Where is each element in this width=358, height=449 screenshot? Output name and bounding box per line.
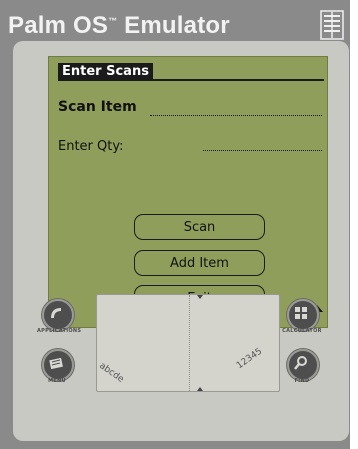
scan-item-label: Scan Item xyxy=(58,99,137,115)
applications-icon xyxy=(42,299,74,331)
applications-label: APPLICATIONS xyxy=(37,328,82,334)
scan-button[interactable]: Scan xyxy=(134,214,265,240)
add-item-button[interactable]: Add Item xyxy=(134,250,265,276)
striped-grip-icon[interactable] xyxy=(320,10,344,40)
graffiti-divider xyxy=(189,295,190,391)
find-label: FIND xyxy=(294,378,310,384)
menu-label: MENU xyxy=(48,378,66,384)
graffiti-bottom-marker xyxy=(197,387,203,391)
scan-item-field[interactable] xyxy=(150,115,322,116)
calculator-button[interactable]: CALCULATOR xyxy=(282,296,322,342)
form-title: Enter Scans xyxy=(58,63,153,80)
find-icon xyxy=(287,349,319,381)
graffiti-top-marker xyxy=(197,295,203,299)
applications-button[interactable]: APPLICATIONS xyxy=(37,296,82,342)
emulator-window: Palm OS™ Emulator Enter Scans Scan Item … xyxy=(0,0,350,449)
graffiti-numbers-hint: 12345 xyxy=(235,346,265,372)
menu-button[interactable]: MENU xyxy=(37,346,77,392)
menu-icon xyxy=(42,349,74,381)
form-title-rule xyxy=(58,79,324,81)
graffiti-area[interactable]: abcde 12345 xyxy=(96,294,280,392)
window-title: Palm OS™ Emulator xyxy=(8,12,230,40)
find-button[interactable]: FIND xyxy=(282,346,322,392)
window-title-suffix: Emulator xyxy=(117,12,230,39)
calculator-icon xyxy=(287,299,319,331)
window-title-name: Palm OS xyxy=(8,12,109,39)
qty-field[interactable] xyxy=(203,150,322,151)
lcd-screen: Enter Scans Scan Item Enter Qty: Scan Ad… xyxy=(48,56,328,328)
calculator-label: CALCULATOR xyxy=(282,328,322,334)
trademark-mark: ™ xyxy=(108,16,118,26)
qty-label: Enter Qty: xyxy=(58,139,124,154)
graffiti-letters-hint: abcde xyxy=(97,361,126,385)
